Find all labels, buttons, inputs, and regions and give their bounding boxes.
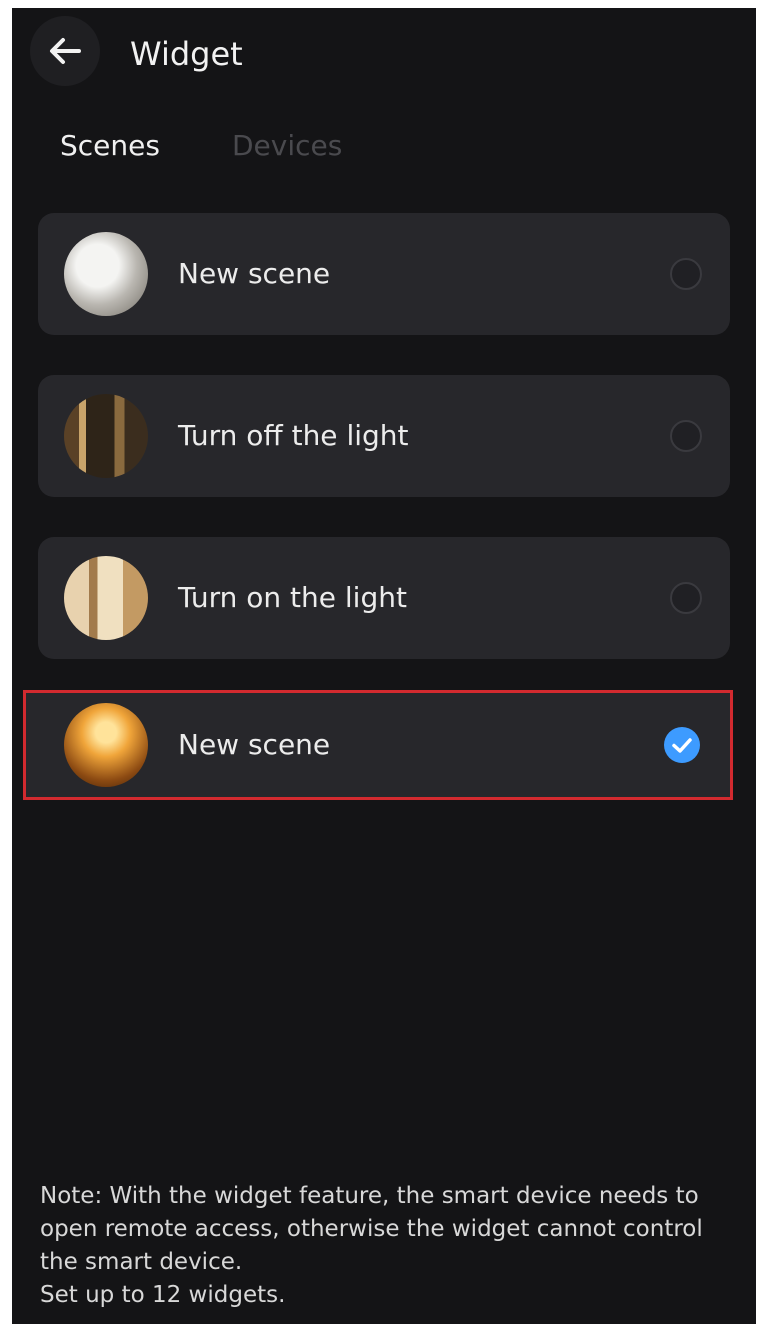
widget-limit-text: Set up to 12 widgets. [40,1282,286,1308]
scene-item-selected[interactable]: New scene [23,690,733,800]
scene-thumbnail [64,703,148,787]
header: Widget [12,8,756,104]
scene-thumbnail [64,394,148,478]
scene-radio[interactable] [670,420,702,452]
note-text: Note: With the widget feature, the smart… [40,1183,703,1275]
arrow-left-icon [50,38,81,64]
scene-item[interactable]: New scene [38,213,730,335]
page-title: Widget [130,35,243,73]
scene-name: Turn off the light [178,419,409,452]
scene-thumbnail [64,232,148,316]
checkmark-icon [672,738,692,753]
tab-scenes[interactable]: Scenes [60,126,160,166]
widget-screen: Widget Scenes Devices New scene Turn off… [12,8,756,1324]
scene-name: Turn on the light [178,581,407,614]
widget-note: Note: With the widget feature, the smart… [40,1180,730,1312]
back-button[interactable] [30,16,100,86]
scene-item[interactable]: Turn off the light [38,375,730,497]
scene-name: New scene [178,257,331,290]
scene-name: New scene [178,728,331,761]
scene-radio[interactable] [670,258,702,290]
tab-bar: Scenes Devices [12,126,756,174]
tab-devices[interactable]: Devices [232,126,342,166]
scene-item[interactable]: Turn on the light [38,537,730,659]
scene-radio-checked[interactable] [664,727,700,763]
scene-radio[interactable] [670,582,702,614]
scene-list: New scene Turn off the light Turn on the… [23,213,733,837]
scene-thumbnail [64,556,148,640]
